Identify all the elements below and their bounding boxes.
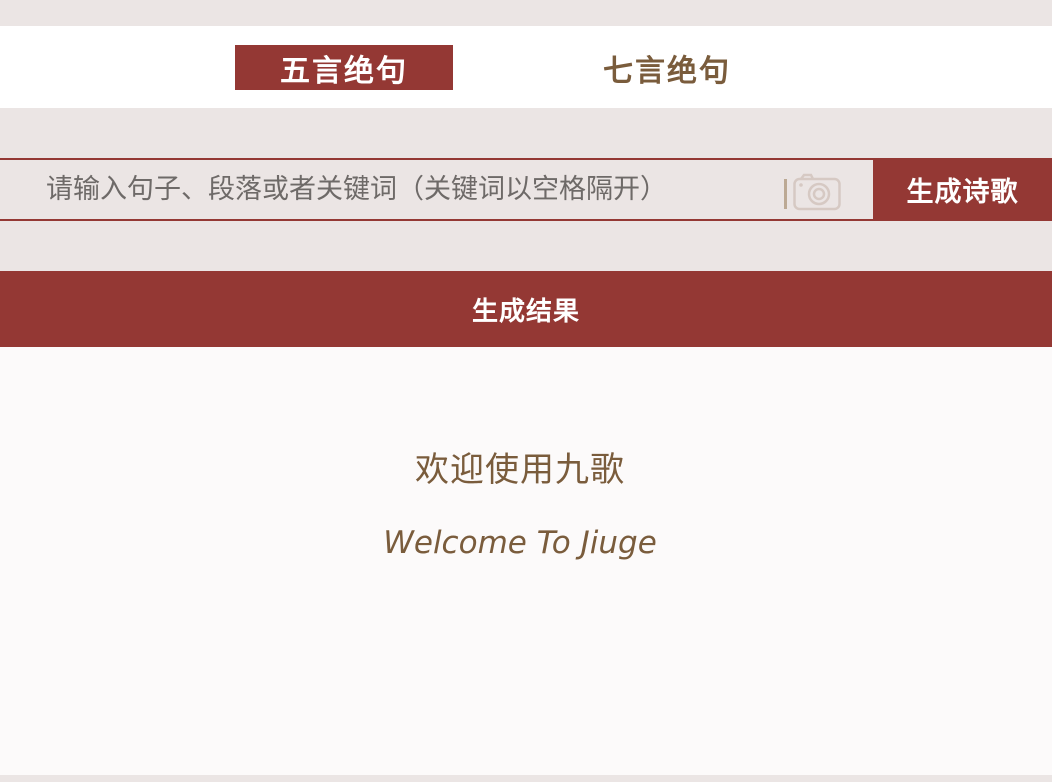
search-input[interactable] — [0, 160, 780, 219]
welcome-title-chinese: 欢迎使用九歌 — [415, 450, 625, 490]
welcome-title-english: Welcome To Jiuge — [383, 525, 657, 561]
tab-seven-character-quatrain[interactable]: 七言绝句 — [558, 45, 776, 90]
search-box — [0, 158, 873, 221]
top-strip — [0, 0, 1052, 26]
generate-poem-button[interactable]: 生成诗歌 — [873, 158, 1052, 221]
text-cursor — [784, 179, 787, 209]
search-row: 生成诗歌 — [0, 158, 1052, 221]
result-panel: 欢迎使用九歌 Welcome To Jiuge — [0, 347, 1052, 775]
camera-icon[interactable] — [793, 173, 841, 211]
tab-bar: 五言绝句 七言绝句 — [0, 26, 1052, 108]
tab-five-character-quatrain[interactable]: 五言绝句 — [235, 45, 453, 90]
result-header: 生成结果 — [0, 271, 1052, 347]
